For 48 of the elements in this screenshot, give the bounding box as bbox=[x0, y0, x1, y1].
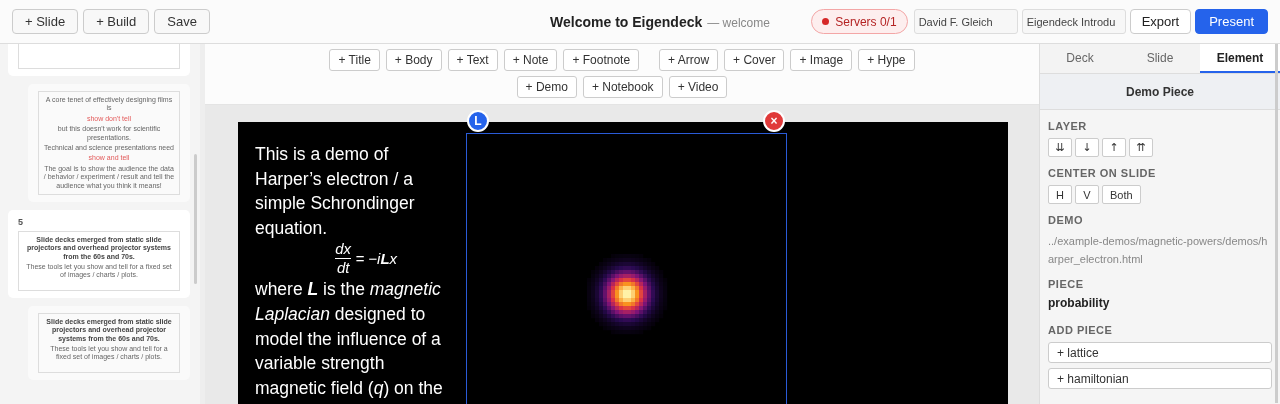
demo-path: ../example-demos/magnetic-powers/demos/harper_electron.html bbox=[1048, 234, 1269, 267]
slide-text: where L is the magnetic Laplacian designed to model the influence of a variable strength magnetic field (q) on the bbox=[255, 278, 444, 400]
layer-badge[interactable]: L bbox=[467, 110, 489, 132]
insert-button[interactable]: + Note bbox=[503, 49, 558, 71]
slide-number: 5 bbox=[18, 216, 24, 227]
center-button[interactable]: Both bbox=[1102, 185, 1141, 204]
add-piece-button[interactable]: + hamiltonian bbox=[1048, 368, 1272, 389]
present-button[interactable]: Present bbox=[1195, 9, 1268, 34]
layer-button[interactable]: ⇊ bbox=[1048, 138, 1072, 157]
piece-name: probability bbox=[1048, 296, 1110, 310]
center-button[interactable]: V bbox=[1075, 185, 1099, 204]
layer-button[interactable]: ↑ bbox=[1102, 138, 1126, 157]
section-label: CENTER ON SLIDE bbox=[1048, 167, 1156, 179]
insert-button[interactable]: + Hype bbox=[858, 49, 915, 71]
add-piece-button[interactable]: + lattice bbox=[1048, 342, 1272, 363]
slide-thumbnail-card[interactable] bbox=[28, 84, 190, 202]
export-button[interactable]: Export bbox=[1129, 9, 1192, 34]
toolbar-button[interactable]: + Slide bbox=[12, 9, 79, 34]
insert-button[interactable]: + Title bbox=[329, 49, 380, 71]
insert-button[interactable]: + Text bbox=[447, 49, 498, 71]
insert-button[interactable]: + Notebook bbox=[582, 76, 663, 98]
toolbar-button[interactable]: Save bbox=[154, 9, 210, 34]
insert-button[interactable]: + Cover bbox=[724, 49, 785, 71]
insert-button[interactable]: + Body bbox=[385, 49, 442, 71]
scrollbar[interactable] bbox=[194, 154, 197, 284]
toolbar-button[interactable]: + Build bbox=[83, 9, 150, 34]
panel-header: Demo Piece bbox=[1040, 74, 1280, 110]
section-label: LAYER bbox=[1048, 120, 1087, 132]
slide-text: This is a demo of Harper’s electron / a simple Schrondinger equation. bbox=[255, 143, 416, 240]
deck-subtitle: — welcome bbox=[707, 15, 770, 30]
delete-badge[interactable]: × bbox=[763, 110, 785, 132]
insert-button[interactable]: + Arrow bbox=[659, 49, 719, 71]
center-button[interactable]: H bbox=[1048, 185, 1072, 204]
insert-button[interactable]: + Footnote bbox=[563, 49, 640, 71]
author-field[interactable]: David F. Gleich bbox=[913, 9, 1018, 34]
section-label: DEMO bbox=[1048, 214, 1083, 226]
deck-title: Welcome to Eigendeck bbox=[550, 13, 703, 30]
layer-button[interactable]: ↓ bbox=[1075, 138, 1099, 157]
panel-tab[interactable]: Element bbox=[1200, 44, 1280, 73]
insert-button[interactable]: + Demo bbox=[516, 76, 577, 98]
layer-button[interactable]: ⇈ bbox=[1129, 138, 1153, 157]
deck-name-field[interactable]: Eigendeck Introdu bbox=[1021, 9, 1126, 34]
insert-button[interactable]: + Image bbox=[790, 49, 853, 71]
section-label: ADD PIECE bbox=[1048, 324, 1113, 336]
insert-button[interactable]: + Video bbox=[668, 76, 728, 98]
scrollbar[interactable] bbox=[1275, 44, 1278, 403]
servers-status[interactable]: Servers 0/1 bbox=[811, 9, 908, 34]
section-label: PIECE bbox=[1048, 278, 1084, 290]
